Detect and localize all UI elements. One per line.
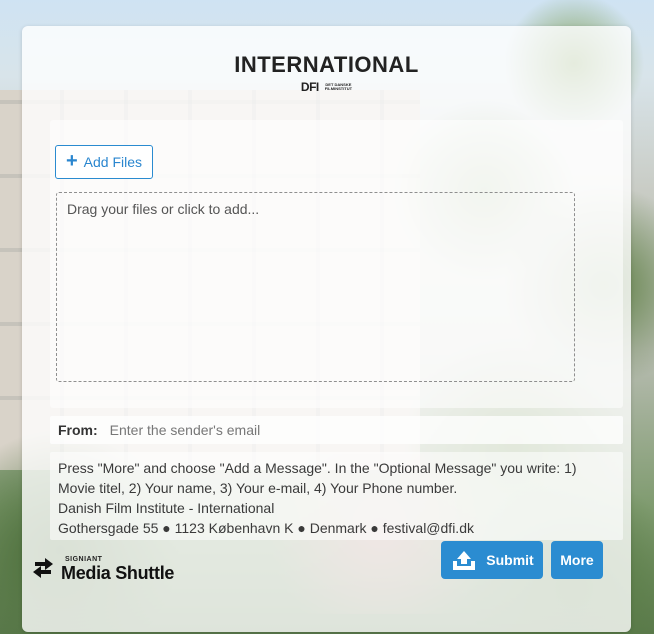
- plus-icon: +: [65, 150, 78, 172]
- logo-tagline: DET DANSKE FILMINSTITUT: [325, 83, 352, 91]
- instructions-line: Press "More" and choose "Add a Message".…: [58, 460, 577, 496]
- header-logo: INTERNATIONAL DFI DET DANSKE FILMINSTITU…: [22, 52, 631, 96]
- more-label: More: [560, 552, 594, 568]
- organization-address: Gothersgade 55 ● 1123 København K ● Denm…: [58, 520, 474, 536]
- media-shuttle-logo: SIGNIANT Media Shuttle: [31, 543, 191, 583]
- logo-tagline-line2: FILMINSTITUT: [324, 86, 353, 91]
- submit-label: Submit: [486, 552, 534, 568]
- add-files-label: Add Files: [83, 154, 143, 170]
- logo-title: INTERNATIONAL: [234, 52, 419, 77]
- add-files-button[interactable]: + Add Files: [55, 145, 153, 179]
- instructions-text: Press "More" and choose "Add a Message".…: [50, 452, 623, 540]
- from-row: From:: [50, 416, 623, 444]
- logo-mark: DFI: [300, 80, 319, 94]
- file-drop-zone[interactable]: Drag your files or click to add...: [56, 192, 575, 382]
- brand-name: Media Shuttle: [61, 563, 175, 583]
- brand-small: SIGNIANT: [65, 556, 103, 563]
- drop-zone-text: Drag your files or click to add...: [67, 201, 260, 217]
- submit-button[interactable]: Submit: [441, 541, 543, 579]
- dfi-logo: DFI DET DANSKE FILMINSTITUT: [301, 80, 352, 94]
- upload-cloud-icon: [453, 551, 476, 570]
- sender-email-input[interactable]: [107, 421, 623, 439]
- organization-name: Danish Film Institute - International: [58, 500, 275, 516]
- transfer-arrows-icon: [33, 558, 53, 578]
- more-button[interactable]: More: [551, 541, 603, 579]
- from-label: From:: [58, 422, 98, 438]
